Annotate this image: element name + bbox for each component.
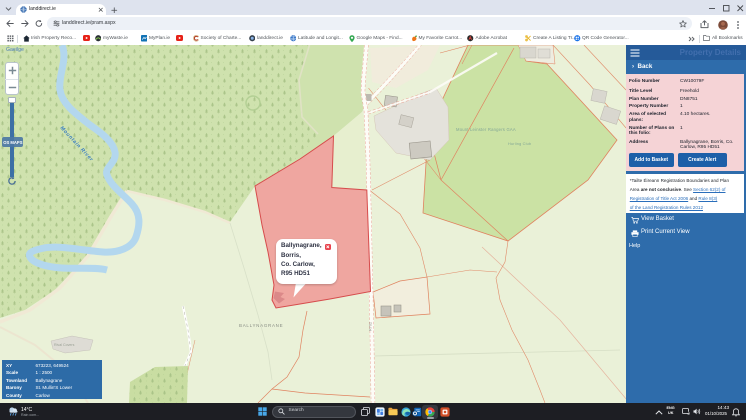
- svg-text:R702: R702: [369, 322, 373, 331]
- svg-text:BALLYNAGRANE: BALLYNAGRANE: [239, 323, 283, 328]
- svg-text:Hurling Club: Hurling Club: [508, 142, 531, 146]
- svg-text:Mount Leinster Rangers GAA: Mount Leinster Rangers GAA: [456, 127, 516, 132]
- svg-text:Rival Covers: Rival Covers: [54, 343, 75, 347]
